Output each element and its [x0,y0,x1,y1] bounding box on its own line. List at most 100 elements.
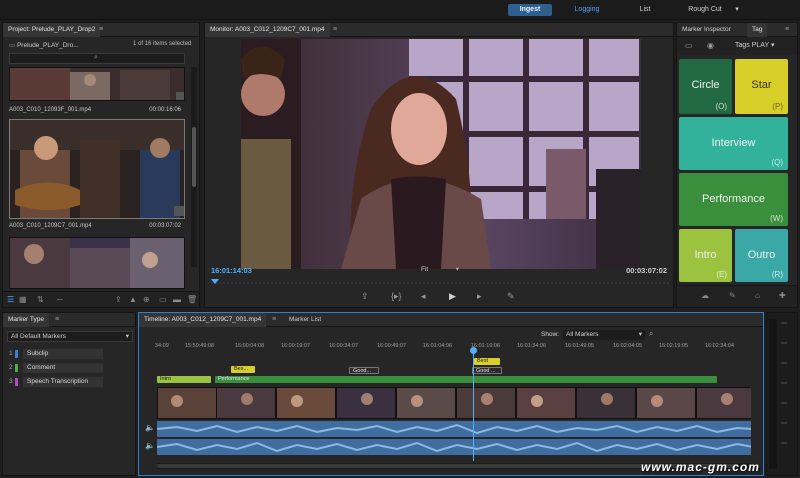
tag-outro-button[interactable]: Outro (R) [735,229,788,282]
video-frame[interactable] [241,39,641,269]
tag-preset-value: Tags PLAY [735,42,769,49]
tag-panel-toolbar: ☁ ✎ ⌂ ✚ [677,285,797,307]
chevron-down-icon: ▾ [770,42,775,49]
clip-thumbnail-selected[interactable] [9,119,185,219]
marker-type-number: 3 [9,378,13,385]
clip-name: A003_C010_12093F_001.mp4 [9,107,92,113]
ruler-tick: 16:02:04:05 [613,343,643,349]
panel-menu-icon[interactable]: ≡ [55,313,59,327]
zoom-select[interactable]: Fit ▾ [421,265,459,275]
current-timecode[interactable]: 16:01:14:03 [211,266,252,275]
clip-thumbnail[interactable] [9,67,185,101]
tab-marker-type[interactable]: Marker Type [3,313,50,327]
marker-performance[interactable]: Performance [215,376,717,383]
breadcrumb-label: Prelude_PLAY_Dro... [16,42,79,49]
marker-type-label: Comment [27,364,56,371]
marker-intro[interactable]: Intro [157,376,211,383]
tab-tag[interactable]: Tag [747,23,768,37]
tab-marker-inspector[interactable]: Marker Inspector [677,23,736,37]
ruler-tick: 16:02:34:04 [705,343,735,349]
list-view-icon[interactable]: ☰ [7,295,14,304]
step-back-icon[interactable]: ◂ [421,291,426,302]
video-track[interactable] [157,387,751,419]
ruler-tick: 16:00:34:07 [329,343,359,349]
new-bin-icon[interactable]: ▭ [159,295,167,304]
add-icon[interactable]: ✚ [779,291,786,300]
transport-controls: ⇪ {▸} ◂ ▶ ▸ ✎ [205,289,673,305]
tag-toolbar: ▭ ◉ Tags PLAY ▾ [677,37,797,55]
project-breadcrumb[interactable]: ▭ Prelude_PLAY_Dro... [9,41,79,49]
ruler-tick: 16:02:19:05 [659,343,689,349]
ingest-icon[interactable]: ⇪ [115,295,122,304]
video-frame-image [241,39,641,269]
cloud-upload-icon[interactable]: ☁ [701,291,709,300]
tag-library-icon[interactable]: ⌂ [755,291,760,300]
tag-performance-button[interactable]: Performance (W) [679,173,788,226]
sort-icon[interactable]: ⇅ [37,295,44,304]
tab-timeline[interactable]: Timeline: A003_C012_1209C7_001.mp4 [139,313,267,327]
show-filter-label: Show: [541,331,560,338]
step-forward-icon[interactable]: ▸ [477,291,482,302]
workspace-logging-button[interactable]: Logging [566,4,608,16]
tag-preset-select[interactable]: Tags PLAY ▾ [735,41,774,49]
transfer-icon[interactable]: ⊕ [143,295,150,304]
ruler-tick: 16:00:04:08 [235,343,265,349]
audio-speaker-icon[interactable]: 🔈 [145,423,155,432]
tab-project[interactable]: Project: Prelude_PLAY_Drop2 [3,23,101,37]
workspace-ingest-button[interactable]: Ingest [508,4,552,16]
workspace-list-button[interactable]: List [630,4,660,16]
mark-in-out-icon[interactable]: {▸} [391,291,402,302]
tag-circle-button[interactable]: Circle (O) [679,59,732,114]
edit-pencil-icon[interactable]: ✎ [729,291,736,300]
marker-good[interactable]: Good... [349,367,379,374]
folder-icon[interactable]: ▬ [173,295,181,304]
timeline-panel: Timeline: A003_C012_1209C7_001.mp4 ≡ Mar… [138,312,764,476]
monitor-tabbar: Monitor: A003_C012_1209C7_001.mp4 ≡ [205,23,673,37]
workspace-menu-chevron-icon[interactable]: ▾ [733,4,741,16]
icon-view-icon[interactable]: ▦ [19,295,27,304]
tag-star-button[interactable]: Star (P) [735,59,788,114]
panel-menu-icon[interactable]: ≡ [272,313,276,327]
tag-name: Intro [694,249,717,261]
folder-icon[interactable]: ▭ [685,41,693,50]
audio-waveform [157,441,751,453]
audio-speaker-icon[interactable]: 🔈 [145,441,155,450]
clip-thumbnail-image [10,68,184,100]
playhead-line[interactable] [473,349,474,461]
audio-track-1[interactable] [157,421,751,437]
trash-icon[interactable]: 🗑 [187,295,197,304]
tag-name: Interview [711,137,756,149]
project-scrollbar[interactable] [191,67,197,267]
zoom-slider-icon[interactable]: ─ [57,295,63,304]
marker-best[interactable]: Best [474,358,500,365]
tab-monitor[interactable]: Monitor: A003_C012_1209C7_001.mp4 [205,23,330,37]
search-input[interactable]: ⌕ [9,53,185,64]
zoom-select-value: Fit [421,266,429,273]
tab-marker-list[interactable]: Marker List [284,313,326,327]
panel-menu-icon[interactable]: ≡ [333,23,337,37]
settings-wrench-icon[interactable]: ✎ [507,291,515,302]
location-icon[interactable]: ◉ [707,41,714,50]
play-icon[interactable]: ▶ [449,291,456,302]
workspace-rough-cut-button[interactable]: Rough Cut [680,4,730,16]
show-filter-select[interactable]: All Markers ▾ [563,330,645,340]
marker-preset-select[interactable]: All Default Markers ▾ [7,331,133,342]
tag-intro-button[interactable]: Intro (E) [679,229,732,282]
panel-menu-icon[interactable]: ≡ [99,23,103,37]
audio-track-2[interactable] [157,439,751,455]
tag-interview-button[interactable]: Interview (Q) [679,117,788,170]
search-icon[interactable]: ⌕ [649,329,653,339]
ruler-tick: 16:00:49:07 [377,343,407,349]
time-ruler[interactable]: 34:09 15:59:49:08 16:00:04:08 16:00:19:0… [155,343,753,353]
export-frame-icon[interactable]: ⇪ [361,291,369,302]
panel-menu-icon[interactable]: ≡ [785,23,789,37]
scrub-bar[interactable] [211,279,669,285]
project-panel: Project: Prelude_PLAY_Drop2 ≡ ▭ Prelude_… [2,22,200,308]
marker-good[interactable]: Good ... [472,367,502,374]
marker-type-label: Subclip [27,350,49,357]
import-icon[interactable]: ▲ [129,295,137,304]
marker-type-tabbar: Marker Type ≡ [3,313,135,327]
marker-best[interactable]: Bes... [231,366,255,373]
scrollbar-thumb[interactable] [192,127,196,187]
clip-thumbnail[interactable] [9,237,185,289]
